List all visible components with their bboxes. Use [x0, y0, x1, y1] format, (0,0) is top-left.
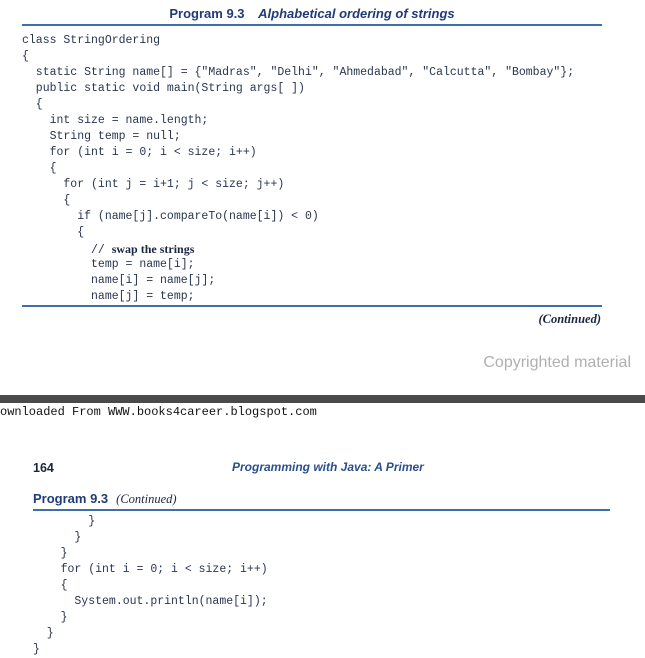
continued-label: (Continued)	[538, 312, 601, 326]
code-line: String temp = null;	[22, 130, 181, 143]
program-heading: Program 9.3 Alphabetical ordering of str…	[22, 6, 602, 21]
code-line: }	[33, 515, 96, 528]
code-line: for (int j = i+1; j < size; j++)	[22, 178, 285, 191]
book-title: Programming with Java: A Primer	[232, 460, 424, 474]
page-number: 164	[33, 461, 54, 475]
code-line: if (name[j].compareTo(name[i]) < 0)	[22, 210, 319, 223]
code-line: for (int i = 0; i < size; i++)	[33, 563, 268, 576]
code-line: for (int i = 0; i < size; i++)	[22, 146, 257, 159]
code-line: static String name[] = {"Madras", "Delhi…	[22, 66, 575, 79]
program-number: Program 9.3	[33, 491, 109, 506]
book-page-bottom: ownloaded From WWW.books4career.blogspot…	[0, 403, 645, 656]
code-line: temp = name[i];	[22, 258, 195, 271]
code-comment-line: // swap the strings	[22, 241, 574, 257]
code-line: {	[22, 162, 57, 175]
program-number: Program 9.3	[169, 6, 245, 21]
download-source-line: ownloaded From WWW.books4career.blogspot…	[0, 405, 317, 419]
code-line: {	[33, 579, 68, 592]
code-line: {	[22, 50, 29, 63]
copyright-notice: Copyrighted material	[483, 354, 631, 371]
code-line: System.out.println(name[i]);	[33, 595, 268, 608]
code-line: }	[33, 627, 54, 640]
comment-text: swap the strings	[111, 242, 195, 256]
code-listing: class StringOrdering { static String nam…	[22, 33, 574, 305]
page-separator	[0, 395, 645, 403]
code-line: {	[22, 194, 71, 207]
program-title: Alphabetical ordering of strings	[258, 6, 455, 21]
code-line: class StringOrdering	[22, 34, 161, 47]
top-rule	[33, 509, 610, 511]
code-line: }	[33, 611, 68, 624]
code-line: public static void main(String args[ ])	[22, 82, 305, 95]
top-rule	[22, 24, 602, 26]
code-line: int size = name.length;	[22, 114, 209, 127]
code-line: }	[33, 643, 40, 656]
code-line: }	[33, 547, 68, 560]
code-line: {	[22, 226, 85, 239]
code-listing-continued: } } } for (int i = 0; i < size; i++) { S…	[33, 514, 268, 658]
comment-prefix: //	[22, 244, 112, 257]
bottom-rule	[22, 305, 602, 307]
code-line: {	[22, 98, 43, 111]
book-page-top: Program 9.3 Alphabetical ordering of str…	[0, 0, 645, 395]
continued-label: (Continued)	[116, 492, 177, 506]
code-line: }	[33, 531, 82, 544]
code-line: name[j] = temp;	[22, 290, 195, 303]
code-line: name[i] = name[j];	[22, 274, 216, 287]
program-heading-continued: Program 9.3 (Continued)	[33, 491, 177, 507]
